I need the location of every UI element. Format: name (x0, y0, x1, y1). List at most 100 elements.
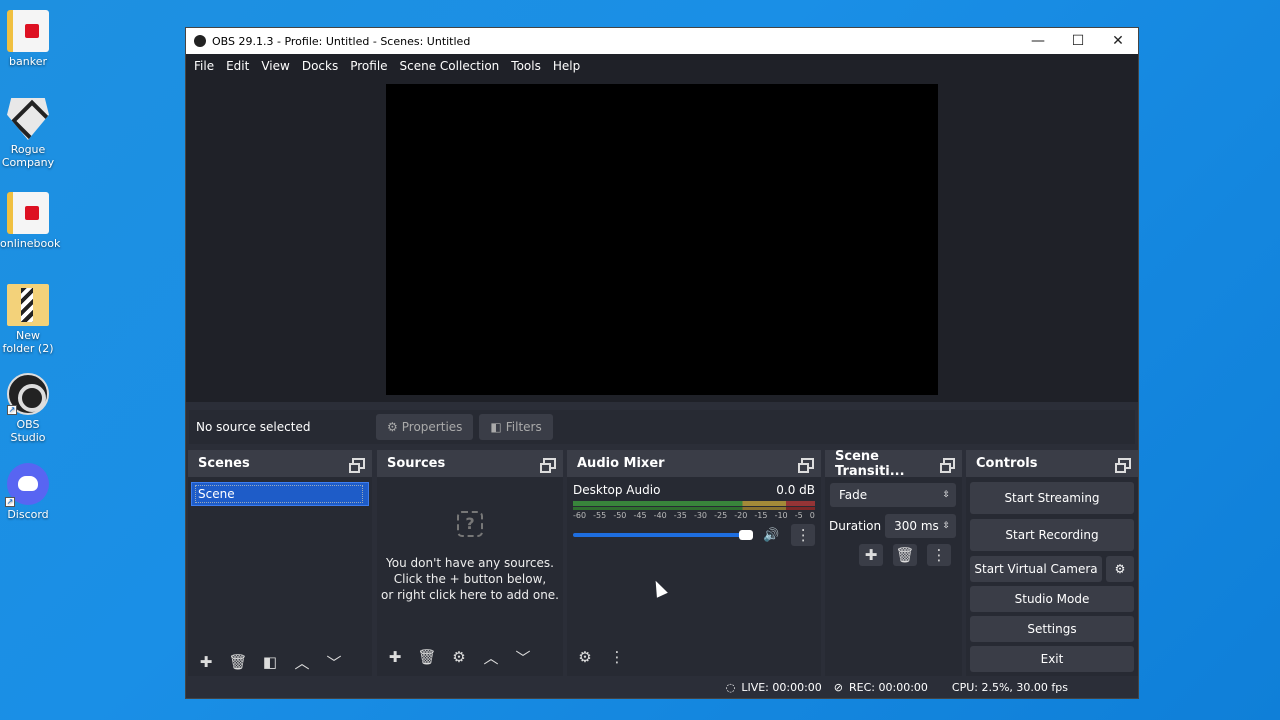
remove-transition-button[interactable]: 🗑 (893, 544, 917, 566)
advanced-audio-button[interactable]: ⚙ (573, 646, 597, 668)
menu-profile[interactable]: Profile (344, 59, 393, 73)
transition-menu-button[interactable]: ⋮ (927, 544, 951, 566)
scale-tick: -50 (613, 511, 627, 520)
move-up-button[interactable]: ︿ (290, 651, 314, 673)
close-button[interactable]: ✕ (1098, 28, 1138, 54)
remove-source-button[interactable]: 🗑 (415, 646, 439, 668)
scale-tick: -10 (774, 511, 788, 520)
preview-area[interactable] (186, 78, 1138, 402)
scale-tick: -45 (633, 511, 647, 520)
transition-select[interactable]: Fade ⇳ (830, 483, 956, 507)
remove-scene-button[interactable]: 🗑 (226, 651, 250, 673)
desktop-icon-label: Rogue Company (1, 143, 55, 169)
speaker-icon[interactable]: 🔊 (763, 528, 779, 543)
properties-label: Properties (401, 420, 463, 434)
desktop-icon-label: OBS Studio (10, 418, 46, 444)
source-properties-button[interactable]: ⚙ (447, 646, 471, 668)
undock-icon[interactable] (798, 458, 814, 473)
menu-edit[interactable]: Edit (220, 59, 255, 73)
desktop-icon-new-folder[interactable]: New folder (2) (0, 284, 56, 355)
shortcut-arrow-icon: ↗ (7, 405, 17, 415)
start-recording-button[interactable]: Start Recording (970, 519, 1134, 551)
no-source-label: No source selected (196, 420, 311, 434)
desktop-icon-label: banker (9, 55, 47, 68)
duration-value: 300 ms (894, 519, 939, 533)
scenes-button-bar: ✚ 🗑 ◧ ︿ ﹀ (194, 651, 346, 673)
menu-scene-collection[interactable]: Scene Collection (394, 59, 506, 73)
menu-tools[interactable]: Tools (505, 59, 547, 73)
undock-icon[interactable] (1115, 458, 1131, 473)
undock-icon[interactable] (540, 458, 556, 473)
window-title: OBS 29.1.3 - Profile: Untitled - Scenes:… (212, 34, 471, 48)
obs-logo-icon: ↗ (7, 373, 49, 415)
desktop-icon-obs-studio[interactable]: ↗ OBS Studio (0, 373, 56, 444)
minimize-button[interactable]: — (1018, 28, 1058, 54)
duration-label: Duration (829, 519, 882, 533)
start-streaming-button[interactable]: Start Streaming (970, 482, 1134, 514)
desktop-icon-rogue-company[interactable]: ↗ Rogue Company (0, 98, 56, 169)
controls-body: Start Streaming Start Recording Start Vi… (966, 477, 1138, 676)
scenes-dock: Scenes Scene ✚ 🗑 ◧ ︿ ﹀ (188, 450, 372, 676)
shortcut-arrow-icon: ↗ (5, 497, 15, 507)
filters-button[interactable]: ◧ Filters (479, 414, 553, 440)
menu-view[interactable]: View (255, 59, 295, 73)
mixer-button-bar: ⚙ ⋮ (573, 646, 629, 668)
desktop-icon-onlinebook[interactable]: onlinebook (0, 192, 60, 250)
exit-button[interactable]: Exit (970, 646, 1134, 672)
volume-slider[interactable] (573, 530, 754, 540)
move-down-button[interactable]: ﹀ (322, 651, 346, 673)
empty-line-3: or right click here to add one. (381, 588, 559, 602)
menu-docks[interactable]: Docks (296, 59, 344, 73)
dock-title: Scenes (198, 456, 250, 471)
add-transition-button[interactable]: ✚ (859, 544, 883, 566)
move-up-button[interactable]: ︿ (479, 646, 503, 668)
channel-name: Desktop Audio (573, 483, 661, 497)
preview-canvas[interactable] (386, 84, 938, 395)
channel-menu-button[interactable]: ⋮ (791, 524, 815, 546)
settings-button[interactable]: Settings (970, 616, 1134, 642)
scenes-dock-header: Scenes (188, 450, 372, 477)
virtual-camera-settings-button[interactable]: ⚙ (1106, 556, 1134, 582)
title-bar[interactable]: OBS 29.1.3 - Profile: Untitled - Scenes:… (186, 28, 1138, 54)
mixer-menu-button[interactable]: ⋮ (605, 646, 629, 668)
desktop-icon-banker[interactable]: banker (0, 10, 56, 68)
scale-tick: -25 (714, 511, 728, 520)
transition-selected: Fade (839, 488, 868, 502)
scenes-list[interactable]: Scene ✚ 🗑 ◧ ︿ ﹀ (188, 482, 372, 681)
scale-tick: -15 (754, 511, 768, 520)
dock-title: Sources (387, 456, 446, 471)
scale-tick: -30 (693, 511, 708, 520)
meter-scale: -60 -55 -50 -45 -40 -35 -30 -25 -20 -15 … (573, 511, 815, 520)
menu-file[interactable]: File (188, 59, 220, 73)
desktop-icon-label: New folder (2) (2, 329, 54, 355)
channel-level: 0.0 dB (776, 483, 815, 497)
volume-meter (573, 501, 815, 506)
menu-help[interactable]: Help (547, 59, 586, 73)
scale-tick: -20 (734, 511, 748, 520)
pdf-file-icon (7, 192, 49, 234)
undock-icon[interactable] (939, 458, 955, 473)
discord-logo-icon: ↗ (5, 463, 49, 507)
list-item[interactable]: Scene (191, 482, 369, 506)
sources-dock-header: Sources (377, 450, 563, 477)
sources-list[interactable]: ? You don't have any sources. Click the … (377, 477, 563, 676)
scene-filters-button[interactable]: ◧ (258, 651, 282, 673)
desktop-icon-discord[interactable]: ↗ Discord (0, 463, 56, 521)
duration-spinbox[interactable]: 300 ms ⇳ (885, 514, 956, 538)
undock-icon[interactable] (349, 458, 365, 473)
scale-tick: -60 (573, 511, 587, 520)
add-source-button[interactable]: ✚ (383, 646, 407, 668)
start-virtual-camera-button[interactable]: Start Virtual Camera (970, 556, 1102, 582)
filter-icon: ◧ (490, 420, 502, 434)
properties-button[interactable]: ⚙ Properties (376, 414, 474, 440)
add-scene-button[interactable]: ✚ (194, 651, 218, 673)
chevron-updown-icon: ⇳ (942, 490, 950, 500)
studio-mode-button[interactable]: Studio Mode (970, 586, 1134, 612)
rec-status: REC: 00:00:00 (849, 680, 928, 694)
empty-line-2: Click the + button below, (393, 572, 547, 586)
scale-tick: -40 (653, 511, 667, 520)
move-down-button[interactable]: ﹀ (511, 646, 535, 668)
audio-mixer-dock: Audio Mixer Desktop Audio 0.0 dB -60 -55… (567, 450, 821, 676)
maximize-button[interactable]: ☐ (1058, 28, 1098, 54)
gear-icon: ⚙ (387, 420, 398, 434)
